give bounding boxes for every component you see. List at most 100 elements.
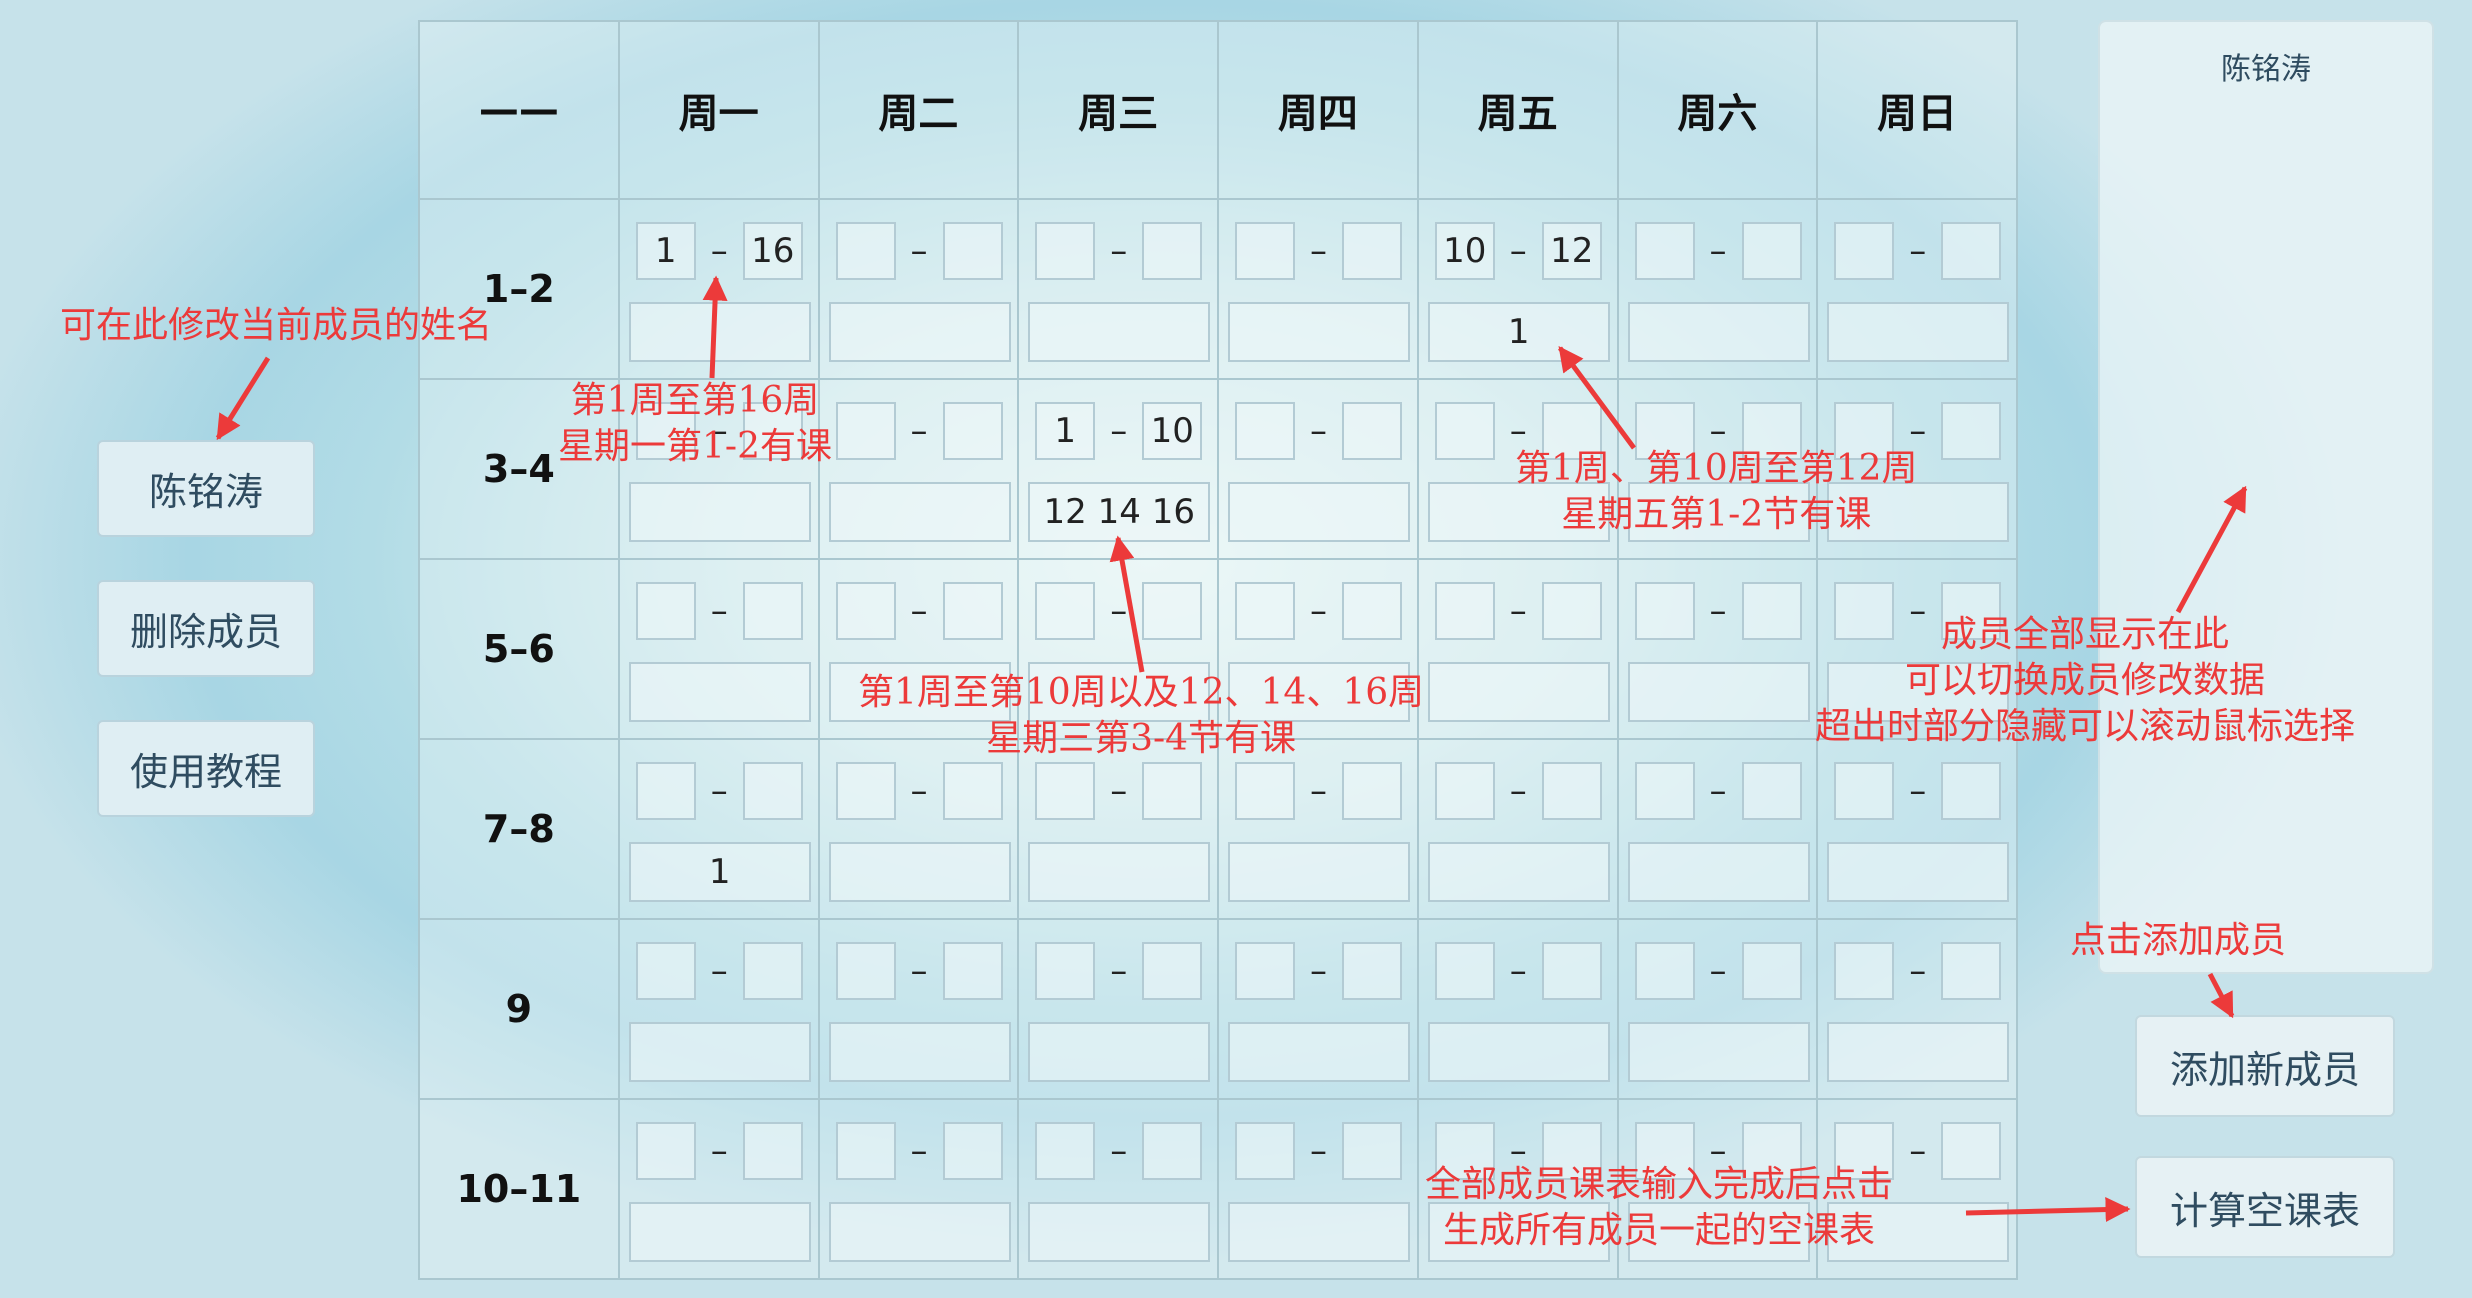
start-week-input[interactable] xyxy=(835,402,896,460)
special-weeks-input[interactable] xyxy=(1228,842,1410,902)
special-weeks-input[interactable] xyxy=(828,842,1011,902)
compute-free-schedule-button[interactable]: 计算空课表 xyxy=(2135,1156,2395,1258)
special-weeks-input[interactable] xyxy=(828,1202,1011,1262)
start-week-input[interactable]: 1 xyxy=(1035,402,1096,460)
special-weeks-input[interactable] xyxy=(828,302,1011,362)
start-week-input[interactable] xyxy=(835,1122,896,1180)
special-weeks-input[interactable] xyxy=(1627,842,1810,902)
end-week-input[interactable] xyxy=(1142,222,1203,280)
start-week-input[interactable] xyxy=(835,762,896,820)
end-week-input[interactable] xyxy=(1142,762,1203,820)
special-weeks-input[interactable] xyxy=(828,1022,1011,1082)
end-week-input[interactable] xyxy=(1741,762,1802,820)
special-weeks-input[interactable] xyxy=(628,1022,811,1082)
end-week-input[interactable] xyxy=(1941,1122,2002,1180)
end-week-input[interactable] xyxy=(1741,942,1802,1000)
special-weeks-input[interactable] xyxy=(1627,662,1810,722)
end-week-input[interactable] xyxy=(742,942,803,1000)
start-week-input[interactable] xyxy=(1035,762,1096,820)
special-weeks-input[interactable] xyxy=(1627,1022,1810,1082)
delete-member-button[interactable]: 删除成员 xyxy=(97,580,315,677)
start-week-input[interactable] xyxy=(1634,942,1695,1000)
start-week-input[interactable] xyxy=(1834,222,1895,280)
special-weeks-input[interactable] xyxy=(1228,302,1410,362)
start-week-input[interactable] xyxy=(1235,942,1295,1000)
special-weeks-input[interactable] xyxy=(628,1202,811,1262)
add-member-button[interactable]: 添加新成员 xyxy=(2135,1015,2395,1117)
special-weeks-input[interactable] xyxy=(1028,842,1211,902)
end-week-input[interactable] xyxy=(1342,402,1402,460)
member-list-panel[interactable]: 陈铭涛 xyxy=(2098,20,2434,974)
start-week-input[interactable] xyxy=(1634,582,1695,640)
end-week-input[interactable] xyxy=(1342,222,1402,280)
start-week-input[interactable] xyxy=(1035,582,1096,640)
end-week-input[interactable] xyxy=(1342,582,1402,640)
start-week-input[interactable] xyxy=(635,1122,696,1180)
start-week-input[interactable] xyxy=(635,582,696,640)
start-week-input[interactable] xyxy=(835,582,896,640)
start-week-input[interactable] xyxy=(1634,222,1695,280)
end-week-input[interactable] xyxy=(742,1122,803,1180)
special-weeks-input[interactable] xyxy=(1427,1022,1610,1082)
tutorial-button[interactable]: 使用教程 xyxy=(97,720,315,817)
special-weeks-input[interactable] xyxy=(1627,302,1810,362)
end-week-input[interactable] xyxy=(942,1122,1003,1180)
end-week-input[interactable] xyxy=(942,222,1003,280)
start-week-input[interactable] xyxy=(1634,762,1695,820)
end-week-input[interactable]: 16 xyxy=(742,222,803,280)
end-week-input[interactable] xyxy=(1342,942,1402,1000)
start-week-input[interactable] xyxy=(1035,222,1096,280)
end-week-input[interactable] xyxy=(742,762,803,820)
end-week-input[interactable] xyxy=(1941,942,2002,1000)
start-week-input[interactable] xyxy=(635,942,696,1000)
special-weeks-input[interactable] xyxy=(1827,302,2010,362)
end-week-input[interactable] xyxy=(1142,942,1203,1000)
start-week-input[interactable] xyxy=(635,762,696,820)
start-week-input[interactable] xyxy=(1834,762,1895,820)
special-weeks-input[interactable] xyxy=(1228,482,1410,542)
special-weeks-input[interactable] xyxy=(828,482,1011,542)
special-weeks-input[interactable]: 12 14 16 xyxy=(1028,482,1211,542)
special-weeks-input[interactable] xyxy=(628,302,811,362)
start-week-input[interactable] xyxy=(1235,402,1295,460)
start-week-input[interactable] xyxy=(1035,942,1096,1000)
start-week-input[interactable] xyxy=(1235,1122,1295,1180)
start-week-input[interactable] xyxy=(1235,762,1295,820)
end-week-input[interactable] xyxy=(942,582,1003,640)
special-weeks-input[interactable] xyxy=(628,662,811,722)
end-week-input[interactable] xyxy=(1741,222,1802,280)
start-week-input[interactable] xyxy=(835,222,896,280)
end-week-input[interactable] xyxy=(742,582,803,640)
special-weeks-input[interactable] xyxy=(1427,842,1610,902)
special-weeks-input[interactable]: 1 xyxy=(1427,302,1610,362)
start-week-input[interactable] xyxy=(1035,1122,1096,1180)
special-weeks-input[interactable] xyxy=(628,482,811,542)
special-weeks-input[interactable] xyxy=(1028,1202,1211,1262)
special-weeks-input[interactable] xyxy=(1228,1022,1410,1082)
start-week-input[interactable] xyxy=(1434,762,1495,820)
special-weeks-input[interactable] xyxy=(1427,662,1610,722)
end-week-input[interactable] xyxy=(1941,762,2002,820)
end-week-input[interactable] xyxy=(942,402,1003,460)
start-week-input[interactable] xyxy=(1235,582,1295,640)
member-name-field[interactable]: 陈铭涛 xyxy=(97,440,315,537)
end-week-input[interactable] xyxy=(1541,942,1602,1000)
start-week-input[interactable] xyxy=(835,942,896,1000)
start-week-input[interactable] xyxy=(1434,582,1495,640)
member-list-item[interactable]: 陈铭涛 xyxy=(2100,44,2432,88)
end-week-input[interactable]: 10 xyxy=(1142,402,1203,460)
end-week-input[interactable] xyxy=(942,762,1003,820)
start-week-input[interactable]: 10 xyxy=(1434,222,1495,280)
end-week-input[interactable] xyxy=(942,942,1003,1000)
special-weeks-input[interactable]: 1 xyxy=(628,842,811,902)
end-week-input[interactable] xyxy=(1142,582,1203,640)
end-week-input[interactable] xyxy=(1541,582,1602,640)
special-weeks-input[interactable] xyxy=(1028,1022,1211,1082)
end-week-input[interactable] xyxy=(1741,582,1802,640)
start-week-input[interactable] xyxy=(1235,222,1295,280)
end-week-input[interactable] xyxy=(1342,762,1402,820)
start-week-input[interactable] xyxy=(1834,942,1895,1000)
special-weeks-input[interactable] xyxy=(1028,302,1211,362)
end-week-input[interactable]: 12 xyxy=(1541,222,1602,280)
special-weeks-input[interactable] xyxy=(1827,1022,2010,1082)
